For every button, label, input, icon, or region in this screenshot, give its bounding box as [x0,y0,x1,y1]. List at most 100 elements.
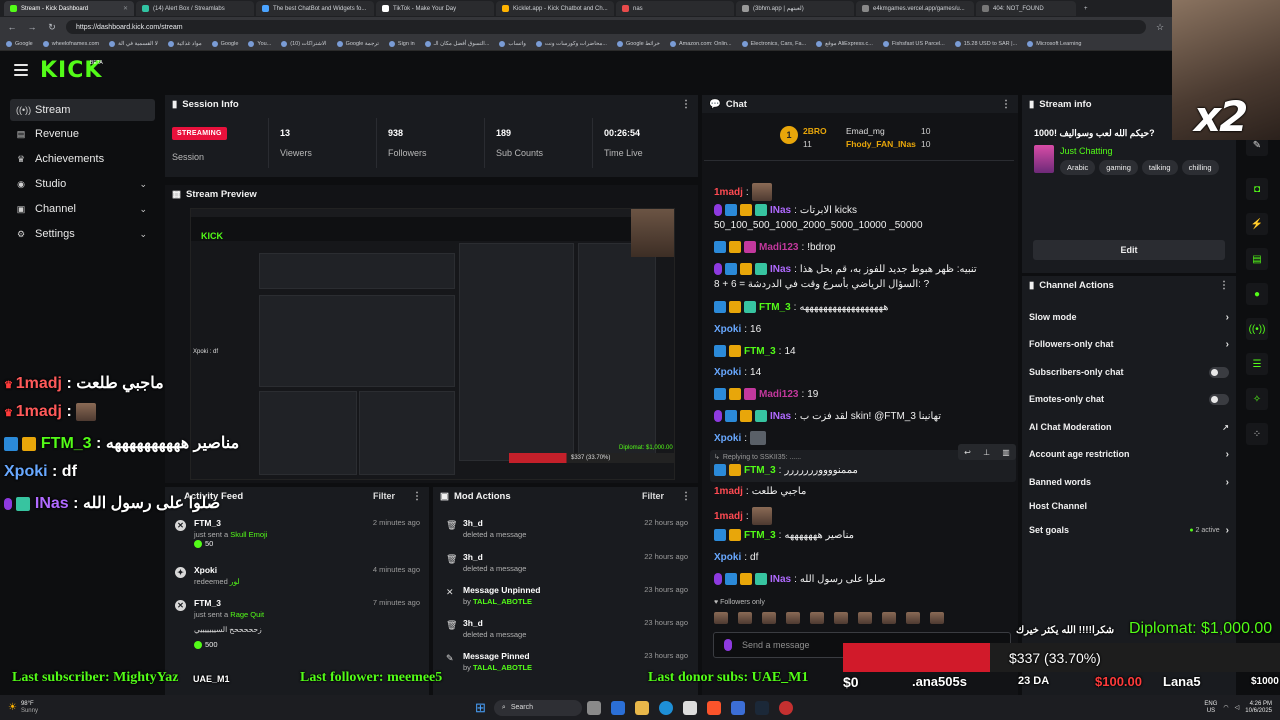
wifi-icon[interactable]: ◠ [1223,704,1228,711]
chat-username[interactable]: INas [770,411,791,422]
star-icon[interactable]: ☆ [1154,22,1166,33]
browser-tab[interactable]: The best ChatBot and Widgets fo... [256,1,374,16]
bookmark-item[interactable]: Electronics, Cars, Fa... [741,40,806,47]
task-view-icon[interactable] [586,700,601,715]
sidebar-item-settings[interactable]: ⚙ Settings ⌄ [10,223,155,245]
reload-icon[interactable]: ↻ [46,22,58,33]
chat-username[interactable]: Xpoki [714,324,741,335]
reply-context[interactable]: ↳ Replying to SSKII35: ...... [714,453,801,462]
chat-username[interactable]: 1madj [714,511,743,522]
tag-chip[interactable]: chilling [1181,160,1219,175]
chat-username[interactable]: FTM_3 [759,302,791,313]
reply-icon[interactable]: ↩ [964,448,971,457]
more-icon[interactable]: ⋮ [1219,280,1229,291]
bookmark-item[interactable]: لا القسمية في الة [109,40,158,47]
browser-tab[interactable]: 404: NOT_FOUND [976,1,1076,16]
emote-image[interactable] [858,612,872,624]
mod-by[interactable]: TALAL_ABOTLE [473,663,532,672]
action-followers-only[interactable]: Followers-only chat › [1029,334,1229,354]
sidebar-item-revenue[interactable]: ▤ Revenue [10,123,155,145]
activity-user[interactable]: FTM_3 [194,518,267,528]
back-icon[interactable]: ← [6,22,18,32]
leader-name[interactable]: 2BRO [803,126,827,136]
wrench-icon[interactable]: ✧ [1246,388,1268,410]
camera-icon[interactable]: ◘ [1246,178,1268,200]
sidebar-item-channel[interactable]: ▣ Channel ⌄ [10,198,155,220]
chat-username[interactable]: INas [770,205,791,216]
volume-icon[interactable]: ◁ [1235,704,1240,711]
list-icon[interactable]: ☰ [1246,353,1268,375]
tag-chip[interactable]: Arabic [1060,160,1096,175]
emote-image[interactable] [810,612,824,624]
chat-username[interactable]: 1madj [714,187,743,198]
trash-icon[interactable]: ▥ [1002,448,1010,457]
browser-tab[interactable]: (3bhm.app | لعبتهم) [736,1,854,16]
app-icon[interactable] [610,700,625,715]
filter-button[interactable]: Filter [373,491,395,501]
mod-user[interactable]: 3h_d [463,518,526,528]
bookmark-item[interactable]: Google [6,40,33,47]
sidebar-item-achievements[interactable]: ♛ Achievements [10,148,155,170]
bookmark-item[interactable]: Google [211,40,238,47]
bookmark-item[interactable]: Fishsfast US Parcel... [882,40,945,47]
browser-tab[interactable]: (14) Alert Box / Streamlabs [136,1,254,16]
browser-tab[interactable]: Stream - Kick Dashboard ✕ [4,1,134,16]
browser-tab[interactable]: Kicklet.app - Kick Chatbot and Ch... [496,1,614,16]
url-field[interactable]: https://dashboard.kick.com/stream [66,20,1146,34]
emote-image[interactable] [786,612,800,624]
leader-name[interactable]: Fhody_FAN_INas [846,139,916,149]
forward-icon[interactable]: → [26,22,38,32]
chat-username[interactable]: FTM_3 [744,346,776,357]
action-host-channel[interactable]: Host Channel [1029,496,1229,516]
chat-username[interactable]: FTM_3 [744,465,776,476]
store-icon[interactable] [682,700,697,715]
bookmark-item[interactable]: Google خرائط [616,40,660,47]
file-explorer-icon[interactable] [634,700,649,715]
browser-tab[interactable]: TikTok - Make Your Day [376,1,494,16]
bookmark-item[interactable]: محاضرات وكورسات ونت... [535,40,607,47]
lightning-icon[interactable]: ⚡ [1246,213,1268,235]
tag-chip[interactable]: gaming [1099,160,1138,175]
clock[interactable]: 4:26 PM 10/6/2025 [1245,701,1272,715]
browser-tab[interactable]: nas [616,1,734,16]
bookmark-item[interactable]: Sign in [388,40,415,47]
emote-image[interactable] [906,612,920,624]
edit-button[interactable]: Edit [1033,240,1225,260]
chat-username[interactable]: Madi123 [759,389,798,400]
activity-user[interactable]: FTM_3 [194,598,264,608]
action-set-goals[interactable]: Set goals ● 2 active › [1029,520,1229,540]
leader-name[interactable]: Emad_mg [846,126,885,136]
bookmark-item[interactable]: Amazon.com: Onlin... [669,40,732,47]
category-thumbnail[interactable] [1034,145,1054,173]
chat-username[interactable]: Madi123 [759,242,798,253]
mod-user[interactable]: 3h_d [463,552,526,562]
stream-preview-video[interactable]: KICK Xpoki : df $337 (33.70%) Diplomat: … [190,208,675,480]
new-tab-button[interactable]: + [1078,1,1092,16]
mod-user[interactable]: 3h_d [463,618,526,628]
more-icon[interactable]: ⋮ [681,491,691,502]
action-banned-words[interactable]: Banned words › [1029,472,1229,492]
weather-widget[interactable]: ☀ 98°F Sunny [0,701,60,715]
chat-bubble-icon[interactable]: ● [1246,283,1268,305]
edge-icon[interactable] [658,700,673,715]
category-name[interactable]: Just Chatting [1060,146,1113,156]
more-icon[interactable]: ⋮ [681,99,691,110]
sidebar-item-studio[interactable]: ◉ Studio ⌄ [10,173,155,195]
filter-button[interactable]: Filter [642,491,664,501]
chat-username[interactable]: INas [770,264,791,275]
emote-image[interactable] [714,612,728,624]
sidebar-item-stream[interactable]: ((•)) Stream [10,99,155,121]
chat-username[interactable]: 1madj [714,486,743,497]
chat-username[interactable]: Xpoki [714,552,741,563]
apps-icon[interactable]: ⁘ [1246,423,1268,445]
mail-icon[interactable] [730,700,745,715]
bookmark-item[interactable]: 15.28 USD to SAR |... [954,40,1017,47]
bookmark-item[interactable]: موقع AliExpress.c... [816,40,873,47]
bookmark-item[interactable]: Google ترجمة [336,40,379,47]
more-icon[interactable]: ⋮ [412,491,422,502]
broadcast-icon[interactable]: ((•)) [1246,318,1268,340]
action-account-age[interactable]: Account age restriction › [1029,444,1229,464]
windows-start-icon[interactable]: ⊞ [475,700,486,716]
subscribers-only-toggle[interactable] [1209,366,1229,378]
bookmark-item[interactable]: You... [248,40,271,47]
